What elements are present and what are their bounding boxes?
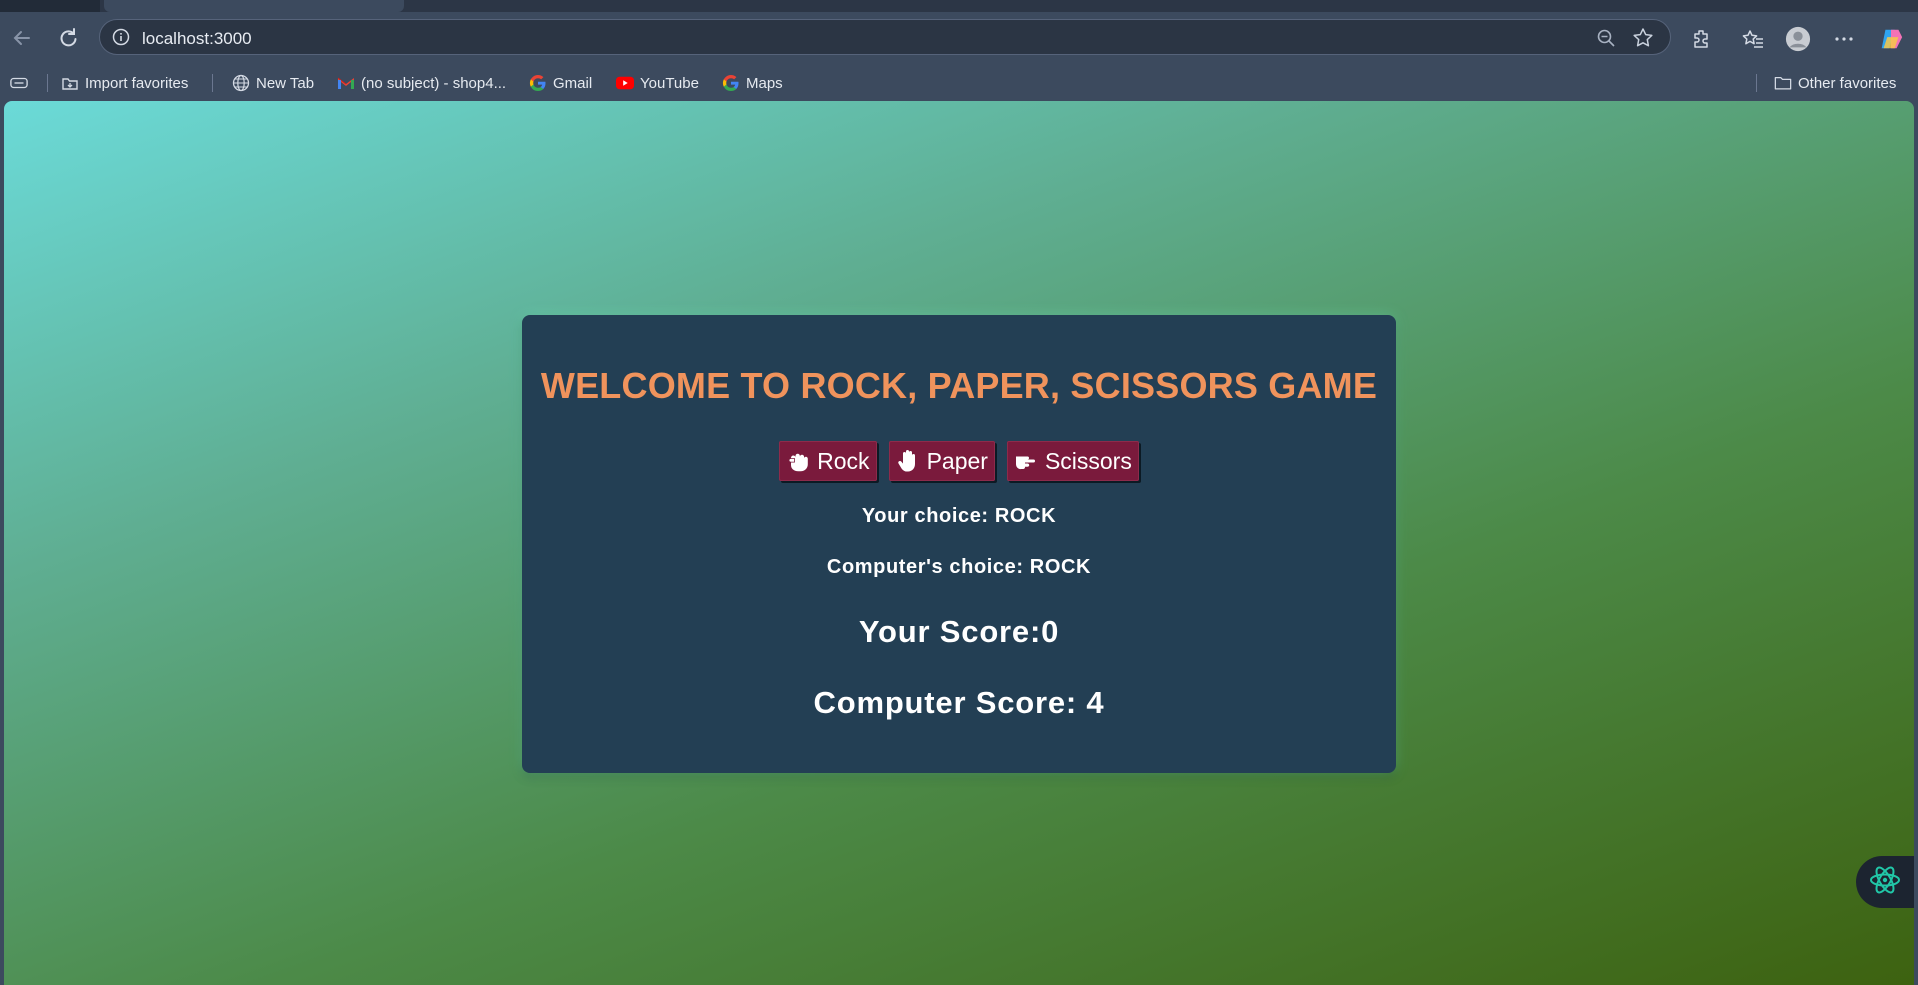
bookmark-label: YouTube [640,74,699,92]
back-arrow-icon[interactable] [10,26,34,50]
bookmark-new-tab[interactable]: New Tab [232,72,314,94]
bookmark-maps[interactable]: Maps [722,72,783,94]
google-icon [722,74,740,92]
game-title: WELCOME TO ROCK, PAPER, SCISSORS GAME [540,365,1378,406]
assistant-button[interactable] [1856,856,1914,908]
scissors-button[interactable]: Scissors [1006,441,1139,481]
bookmark-label: Maps [746,74,783,92]
star-icon[interactable] [1632,27,1654,49]
page-viewport: WELCOME TO ROCK, PAPER, SCISSORS GAME Ro… [4,101,1914,985]
bookmark-label: Import favorites [85,74,189,92]
bookmark-label: (no subject) - shop4... [361,74,507,92]
game-card: WELCOME TO ROCK, PAPER, SCISSORS GAME Ro… [522,315,1396,773]
more-icon[interactable] [1831,26,1857,52]
copilot-icon[interactable] [1878,26,1904,52]
open-hand-icon [895,448,921,474]
bookmark-separator [1756,74,1757,92]
computer-choice-text: Computer's choice: ROCK [826,556,1092,578]
bookmark-separator [47,74,48,92]
bookmark-gmail[interactable]: Gmail [529,72,592,94]
reading-view-icon[interactable] [10,72,28,94]
bookmark-import-favorites[interactable]: Import favorites [61,72,188,94]
atom-icon [1868,863,1902,902]
scissors-button-label: Scissors [1044,447,1132,474]
bookmark-label: Other favorites [1798,74,1897,92]
bookmark-gmail-message[interactable]: (no subject) - shop4... [337,72,506,94]
gmail-icon [337,74,355,92]
bookmark-other-favorites[interactable]: Other favorites [1774,72,1896,94]
fist-icon [785,448,811,474]
tab-inactive[interactable] [0,0,100,12]
profile-icon[interactable] [1785,26,1811,52]
bookmark-youtube[interactable]: YouTube [616,72,699,94]
youtube-icon [616,74,634,92]
paper-button-label: Paper [926,447,988,474]
url-text[interactable]: localhost:3000 [142,29,252,49]
address-bar[interactable]: localhost:3000 [99,19,1671,55]
rock-button[interactable]: Rock [779,441,877,481]
import-icon [61,74,79,92]
browser-toolbar: localhost:3000 [0,12,1918,64]
bookmarks-bar: Import favorites New Tab (no subject) - … [0,64,1918,100]
tab-active[interactable] [104,0,404,12]
bookmark-separator [212,74,213,92]
bookmark-label: New Tab [256,74,315,92]
info-icon[interactable] [112,28,130,46]
google-icon [529,74,547,92]
scissors-hand-icon [1013,448,1039,474]
globe-icon [232,74,250,92]
zoom-out-icon[interactable] [1596,28,1616,48]
choice-buttons: Rock Paper Scissors [522,441,1396,481]
paper-button[interactable]: Paper [888,441,995,481]
your-choice-text: Your choice: ROCK [861,505,1057,527]
rock-button-label: Rock [817,447,870,474]
computer-score-text: Computer Score: 4 [813,685,1105,720]
folder-icon [1774,74,1792,92]
tab-strip [0,0,1918,12]
extensions-icon[interactable] [1689,26,1715,52]
bookmark-label: Gmail [553,74,593,92]
favorites-icon[interactable] [1740,26,1766,52]
your-score-text: Your Score:0 [858,614,1060,649]
refresh-icon[interactable] [56,26,80,50]
